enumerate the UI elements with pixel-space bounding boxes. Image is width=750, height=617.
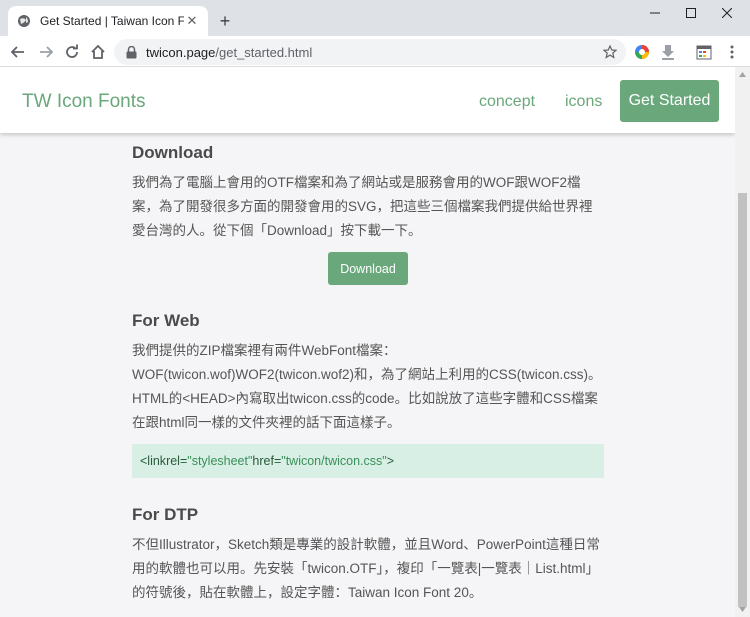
forward-icon[interactable]: [34, 40, 58, 64]
extension-calendar-icon[interactable]: [694, 42, 714, 62]
code-rel-value: "stylesheet": [187, 454, 253, 468]
download-icon[interactable]: [658, 42, 678, 62]
close-window-icon[interactable]: [704, 0, 750, 26]
tab-strip: Get Started | Taiwan Icon Font ✕ +: [0, 0, 750, 36]
nav-icons-link[interactable]: icons: [565, 93, 602, 111]
extension-color-icon[interactable]: [632, 42, 652, 62]
address-bar[interactable]: twicon.page/get_started.html: [114, 39, 626, 65]
globe-icon: [16, 13, 32, 29]
url-host: twicon.page: [146, 44, 216, 60]
back-icon[interactable]: [6, 40, 30, 64]
code-tag-close: >: [386, 454, 395, 468]
site-brand[interactable]: TW Icon Fonts: [22, 91, 146, 113]
dtp-text: 不但Illustrator，Sketch類是專業的設計軟體，並且Word、Pow…: [132, 537, 600, 600]
site-navbar: TW Icon Fonts concept icons Get Started: [0, 67, 735, 133]
home-icon[interactable]: [86, 40, 110, 64]
download-heading: Download: [132, 143, 214, 162]
web-text: 我們提供的ZIP檔案裡有兩件WebFont檔案：WOF(twicon.wof)W…: [132, 343, 602, 430]
menu-icon[interactable]: [722, 42, 742, 62]
web-heading: For Web: [132, 311, 200, 330]
code-tag-open: <link: [140, 454, 167, 468]
star-icon[interactable]: [602, 44, 618, 60]
new-tab-icon[interactable]: +: [214, 10, 236, 32]
scroll-up-icon[interactable]: [735, 67, 750, 82]
code-href-attr: href=: [252, 454, 282, 468]
browser-tab[interactable]: Get Started | Taiwan Icon Font ✕: [8, 6, 208, 36]
code-rel-attr: rel=: [166, 454, 188, 468]
browser-toolbar: twicon.page/get_started.html: [0, 36, 750, 67]
tab-title: Get Started | Taiwan Icon Font: [40, 14, 184, 28]
code-snippet: <link rel= "stylesheet" href= "twicon/twic…: [132, 444, 604, 478]
page-viewport: TW Icon Fonts concept icons Get Started …: [0, 67, 750, 617]
download-text: 我們為了電腦上會用的OTF檔案和為了網站或是服務會用的WOF跟WOF2檔案，為了…: [132, 175, 593, 238]
page-scrollbar[interactable]: [735, 67, 750, 617]
download-button[interactable]: Download: [328, 252, 408, 285]
reload-icon[interactable]: [60, 40, 84, 64]
scroll-thumb[interactable]: [738, 193, 747, 607]
url-text: twicon.page/get_started.html: [146, 45, 312, 60]
lock-icon: [124, 45, 138, 59]
nav-get-started-button[interactable]: Get Started: [620, 80, 719, 122]
code-href-value: "twicon/twicon.css": [281, 454, 387, 468]
nav-concept-link[interactable]: concept: [479, 93, 535, 111]
scroll-down-icon[interactable]: [735, 602, 750, 617]
close-icon[interactable]: ✕: [184, 13, 200, 29]
url-path: /get_started.html: [215, 44, 313, 60]
dtp-heading: For DTP: [132, 505, 199, 524]
